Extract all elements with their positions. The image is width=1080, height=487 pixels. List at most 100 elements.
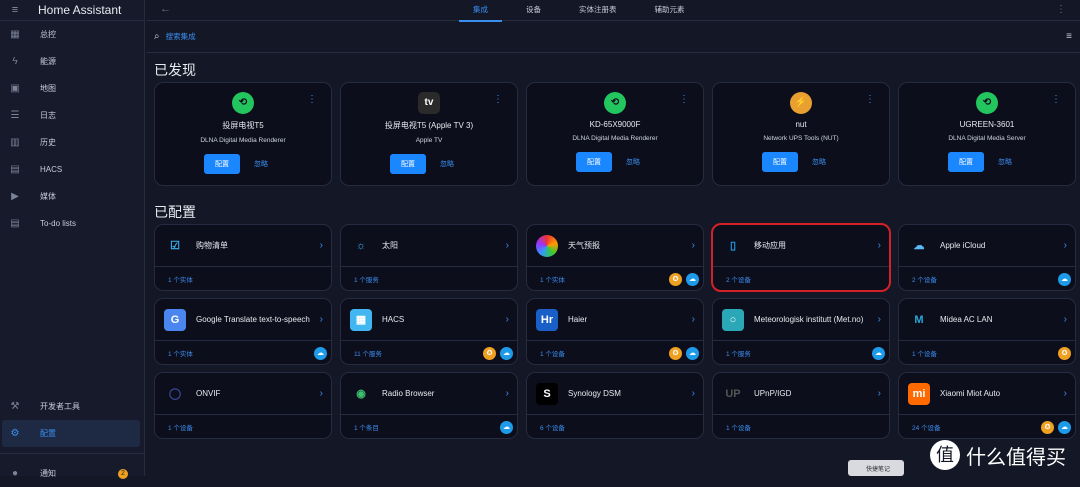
entity-count-link[interactable]: 1 个设备 [540, 348, 669, 358]
menu-icon[interactable]: ≡ [0, 4, 30, 16]
integration-card[interactable]: ○ Meteorologisk institutt (Met.no) › 1 个服务 ☁ [712, 298, 890, 365]
integration-card[interactable]: ☁ Apple iCloud › 2 个设备 ☁ [898, 224, 1076, 291]
sidebar-item-label: 能源 [40, 57, 56, 66]
integration-card[interactable]: S Synology DSM › 6 个设备 [526, 372, 704, 439]
entity-count-link[interactable]: 1 个实体 [168, 348, 314, 358]
integration-card[interactable]: UP UPnP/IGD › 1 个设备 [712, 372, 890, 439]
integration-card[interactable]: mi Xiaomi Miot Auto › 24 个设备 ✪ ☁ [898, 372, 1076, 439]
entity-count-link[interactable]: 6 个设备 [540, 422, 703, 432]
configure-button[interactable]: 配置 [390, 154, 426, 174]
configure-button[interactable]: 配置 [762, 152, 798, 172]
sidebar-item-notifications[interactable]: ● 通知 2 [0, 460, 144, 487]
card-footer: 1 个条目 ☁ [341, 415, 517, 439]
ignore-button[interactable]: 忽略 [626, 157, 640, 167]
sidebar-item[interactable]: ⚒ 开发者工具 [0, 393, 144, 420]
entity-count-link[interactable]: 1 个实体 [168, 274, 331, 284]
chevron-right-icon[interactable]: › [320, 388, 323, 399]
more-menu-icon[interactable]: ⋮ [1056, 4, 1066, 15]
integration-name: Haier [568, 315, 588, 324]
back-arrow-icon[interactable]: ← [160, 3, 171, 15]
integration-card[interactable]: ☑ 购物清单 › 1 个实体 [154, 224, 332, 291]
sidebar-item-label: 总控 [40, 30, 56, 39]
entity-count-link[interactable]: 1 个条目 [354, 422, 500, 432]
tab[interactable]: 设备 [526, 0, 541, 21]
entity-count-link[interactable]: 24 个设备 [912, 422, 1041, 432]
chevron-right-icon[interactable]: › [1064, 388, 1067, 399]
card-footer: 2 个设备 ☁ [899, 267, 1075, 291]
sidebar-item[interactable]: ▤ HACS [0, 156, 144, 183]
sidebar-item[interactable]: ▶ 媒体 [0, 183, 144, 210]
more-options-icon[interactable]: ⋮ [493, 94, 503, 105]
radio-icon: ◉ [356, 387, 366, 400]
integration-card[interactable]: ▯ 移动应用 › 2 个设备 [711, 223, 891, 292]
integration-card[interactable]: ☼ 太阳 › 1 个服务 [340, 224, 518, 291]
integration-name: Meteorologisk institutt (Met.no) [754, 315, 864, 324]
entity-count-link[interactable]: 1 个设备 [168, 422, 331, 432]
integration-card[interactable]: 天气预报 › 1 个实体 ✪ ☁ [526, 224, 704, 291]
sidebar-item[interactable]: ▥ 历史 [0, 129, 144, 156]
filter-icon[interactable]: ≡ [1066, 31, 1072, 42]
ignore-button[interactable]: 忽略 [440, 159, 454, 169]
cloud-icon: ☁ [686, 346, 699, 360]
integration-card[interactable]: Hr Haier › 1 个设备 ✪ ☁ [526, 298, 704, 365]
integration-card[interactable]: G Google Translate text-to-speech › 1 个实体 ☁ [154, 298, 332, 365]
chevron-right-icon[interactable]: › [1064, 314, 1067, 325]
sidebar-item[interactable]: ▦ 总控 [0, 21, 144, 48]
configure-button[interactable]: 配置 [948, 152, 984, 172]
entity-count-link[interactable]: 11 个服务 [354, 348, 483, 358]
chevron-right-icon[interactable]: › [320, 314, 323, 325]
integration-card[interactable]: ▦ HACS › 11 个服务 ✪ ☁ [340, 298, 518, 365]
integration-card[interactable]: ◉ Radio Browser › 1 个条目 ☁ [340, 372, 518, 439]
chevron-right-icon[interactable]: › [506, 314, 509, 325]
chevron-right-icon[interactable]: › [1064, 240, 1067, 251]
ignore-button[interactable]: 忽略 [998, 157, 1012, 167]
chevron-right-icon[interactable]: › [878, 388, 881, 399]
entity-count-link[interactable]: 1 个设备 [726, 422, 889, 432]
quick-note-button[interactable]: 快捷笔记 [848, 460, 904, 476]
more-options-icon[interactable]: ⋮ [1051, 94, 1061, 105]
search-input[interactable]: 搜索集成 [166, 31, 196, 42]
checklist-icon: ☑ [170, 239, 180, 252]
entity-count-link[interactable]: 1 个服务 [354, 274, 517, 284]
entity-count-link[interactable]: 2 个设备 [726, 274, 889, 284]
sidebar-item[interactable]: ϟ 能源 [0, 48, 144, 75]
configure-button[interactable]: 配置 [576, 152, 612, 172]
integration-card[interactable]: M Midea AC LAN › 1 个设备 ✪ [898, 298, 1076, 365]
configure-button[interactable]: 配置 [204, 154, 240, 174]
ignore-button[interactable]: 忽略 [254, 159, 268, 169]
entity-count-link[interactable]: 1 个设备 [912, 348, 1058, 358]
chevron-right-icon[interactable]: › [506, 388, 509, 399]
integration-card[interactable]: ◯ ONVIF › 1 个设备 [154, 372, 332, 439]
sidebar-item-label: To-do lists [40, 219, 77, 228]
sidebar-item[interactable]: ⚙ 配置 [2, 420, 140, 447]
chevron-right-icon[interactable]: › [878, 314, 881, 325]
tab[interactable]: 集成 [459, 0, 502, 22]
sun-icon: ☼ [355, 239, 367, 252]
tab[interactable]: 辅助元素 [655, 0, 685, 21]
chevron-right-icon[interactable]: › [878, 240, 881, 251]
watermark: 值什么值得买 [930, 440, 1066, 470]
device-name: UGREEN-3601 [959, 120, 1015, 129]
entity-count-link[interactable]: 2 个设备 [912, 274, 1058, 284]
card-header: Hr Haier › [527, 299, 703, 341]
entity-count-link[interactable]: 1 个实体 [540, 274, 669, 284]
more-options-icon[interactable]: ⋮ [865, 94, 875, 105]
integration-name: UPnP/IGD [754, 389, 792, 398]
more-options-icon[interactable]: ⋮ [307, 94, 317, 105]
sidebar-item[interactable]: ▣ 地图 [0, 75, 144, 102]
sidebar-item[interactable]: ☰ 日志 [0, 102, 144, 129]
custom-integration-icon: ✪ [669, 346, 682, 360]
card-header: ◉ Radio Browser › [341, 373, 517, 415]
ignore-button[interactable]: 忽略 [812, 157, 826, 167]
search-bar[interactable]: ⌕ 搜索集成 ≡ [146, 21, 1080, 53]
chevron-right-icon[interactable]: › [692, 314, 695, 325]
chevron-right-icon[interactable]: › [320, 240, 323, 251]
sidebar-item[interactable]: ▤ To-do lists [0, 210, 144, 237]
chevron-right-icon[interactable]: › [506, 240, 509, 251]
chevron-right-icon[interactable]: › [692, 240, 695, 251]
integration-name: Google Translate text-to-speech [196, 315, 310, 324]
entity-count-link[interactable]: 1 个服务 [726, 348, 872, 358]
more-options-icon[interactable]: ⋮ [679, 94, 689, 105]
chevron-right-icon[interactable]: › [692, 388, 695, 399]
tab[interactable]: 实体注册表 [579, 0, 617, 21]
